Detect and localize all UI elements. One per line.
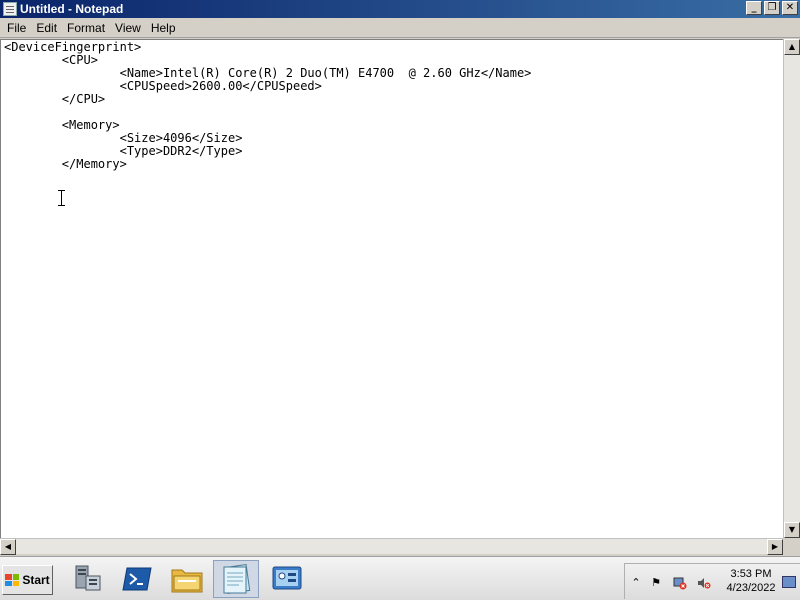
start-button[interactable]: Start: [2, 565, 53, 595]
minimize-icon[interactable]: _: [746, 1, 762, 15]
scroll-right-icon[interactable]: ▶: [767, 539, 783, 555]
system-tray: ⌃ ⚑ 3:53 PM 4/23/2022: [624, 563, 800, 599]
taskbar: Start ⌃ ⚑ 3:53 PM 4/23/2022: [0, 556, 800, 600]
scroll-left-icon[interactable]: ◀: [0, 539, 16, 555]
scroll-up-icon[interactable]: ▲: [784, 39, 800, 55]
volume-muted-icon[interactable]: [697, 576, 711, 590]
start-label: Start: [22, 573, 50, 587]
windows-logo-icon: [5, 574, 20, 586]
control-panel-icon[interactable]: [264, 560, 310, 598]
show-desktop-icon[interactable]: [782, 576, 796, 588]
notepad-taskbar-icon[interactable]: [213, 560, 259, 598]
server-manager-icon[interactable]: [64, 560, 110, 598]
menu-file[interactable]: File: [2, 21, 31, 35]
editor-content[interactable]: <DeviceFingerprint> <CPU> <Name>Intel(R)…: [4, 41, 531, 171]
menu-bar: File Edit Format View Help: [0, 18, 800, 38]
menu-help[interactable]: Help: [146, 21, 181, 35]
vertical-scrollbar[interactable]: ▲ ▼: [783, 39, 800, 538]
text-cursor-icon: [58, 190, 65, 206]
clock[interactable]: 3:53 PM 4/23/2022: [723, 567, 779, 595]
clock-date: 4/23/2022: [726, 582, 776, 594]
scroll-down-icon[interactable]: ▼: [784, 522, 800, 538]
menu-format[interactable]: Format: [62, 21, 110, 35]
action-center-flag-icon[interactable]: ⚑: [649, 576, 663, 590]
text-editor[interactable]: <DeviceFingerprint> <CPU> <Name>Intel(R)…: [0, 39, 800, 554]
close-icon[interactable]: ✕: [782, 1, 798, 15]
show-hidden-icons-chevron[interactable]: ⌃: [629, 576, 643, 590]
scrollbar-corner: [783, 538, 800, 554]
title-bar[interactable]: Untitled - Notepad _ ❐ ✕: [0, 0, 800, 18]
window-controls: _ ❐ ✕: [746, 1, 798, 15]
powershell-icon[interactable]: [114, 560, 160, 598]
restore-icon[interactable]: ❐: [764, 1, 780, 15]
menu-edit[interactable]: Edit: [31, 21, 62, 35]
horizontal-scrollbar[interactable]: ◀ ▶: [0, 538, 783, 555]
window-title: Untitled - Notepad: [20, 2, 124, 16]
network-disconnected-icon[interactable]: [673, 576, 687, 590]
explorer-folder-icon[interactable]: [164, 560, 210, 598]
notepad-icon: [3, 2, 17, 16]
clock-time: 3:53 PM: [730, 568, 772, 580]
menu-view[interactable]: View: [110, 21, 146, 35]
